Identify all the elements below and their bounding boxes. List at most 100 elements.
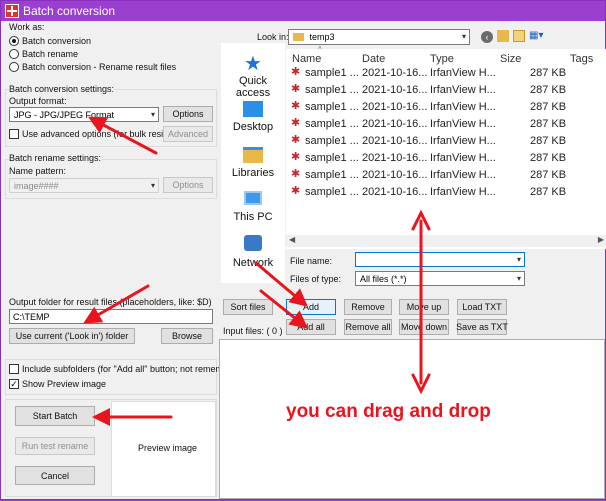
file-date: 2021-10-16... <box>362 67 428 79</box>
radio-batch-conversion[interactable] <box>9 36 19 46</box>
place-quick-access-label: Quick access <box>235 75 271 99</box>
file-type: IrfanView H... <box>430 118 496 130</box>
file-name: sample1 ... <box>305 169 359 181</box>
place-this-pc[interactable]: This PC <box>221 191 285 223</box>
irfanview-file-icon: ✱ <box>291 66 301 78</box>
file-date: 2021-10-16... <box>362 101 428 113</box>
place-quick-access[interactable]: ★ Quick access <box>221 53 285 99</box>
scroll-left-icon[interactable]: ◀ <box>289 235 295 244</box>
output-folder-input[interactable]: C:\TEMP <box>9 309 213 324</box>
include-subfolders-label: Include subfolders (for "Add all" button… <box>22 364 250 374</box>
network-icon <box>244 235 262 251</box>
advanced-button[interactable]: Advanced <box>163 126 213 142</box>
file-type: IrfanView H... <box>430 84 496 96</box>
sort-files-button[interactable]: Sort files <box>223 299 273 315</box>
include-subfolders-checkbox[interactable] <box>9 364 19 374</box>
batch-conversion-window: Batch conversion Work as: Batch conversi… <box>0 0 606 500</box>
start-batch-button[interactable]: Start Batch <box>15 406 95 426</box>
file-row[interactable]: ✱ sample1 ... 2021-10-16... IrfanView H... 2… <box>286 66 606 83</box>
column-name[interactable]: Name <box>292 53 321 65</box>
file-date: 2021-10-16... <box>362 169 428 181</box>
file-type: IrfanView H... <box>430 152 496 164</box>
radio-batch-rename[interactable] <box>9 49 19 59</box>
sort-ascending-icon: ^ <box>318 45 322 54</box>
file-name: sample1 ... <box>305 67 359 79</box>
irfanview-app-icon <box>5 4 19 18</box>
name-pattern-select[interactable]: image#### ▾ <box>9 178 159 193</box>
irfanview-file-icon: ✱ <box>291 134 301 146</box>
run-test-rename-button[interactable]: Run test rename <box>15 437 95 455</box>
file-date: 2021-10-16... <box>362 135 428 147</box>
file-row[interactable]: ✱ sample1 ... 2021-10-16... IrfanView H... 2… <box>286 134 606 151</box>
column-date[interactable]: Date <box>362 53 385 65</box>
file-date: 2021-10-16... <box>362 118 428 130</box>
rename-options-button[interactable]: Options <box>163 177 213 193</box>
move-up-button[interactable]: Move up <box>399 299 449 315</box>
file-row[interactable]: ✱ sample1 ... 2021-10-16... IrfanView H... 2… <box>286 168 606 185</box>
file-name-input[interactable]: ▾ <box>355 252 525 267</box>
column-tags[interactable]: Tags <box>570 53 593 65</box>
irfanview-file-icon: ✱ <box>291 168 301 180</box>
input-files-count: Input files: ( 0 ) <box>223 326 283 336</box>
file-row[interactable]: ✱ sample1 ... 2021-10-16... IrfanView H... 2… <box>286 185 606 202</box>
browse-button[interactable]: Browse <box>161 328 213 344</box>
file-row[interactable]: ✱ sample1 ... 2021-10-16... IrfanView H... 2… <box>286 83 606 100</box>
use-current-folder-button[interactable]: Use current ('Look in') folder <box>9 328 135 344</box>
view-menu-icon[interactable]: ▦▾ <box>529 30 547 42</box>
output-format-select[interactable]: JPG - JPG/JPEG Format ▾ <box>9 107 159 122</box>
file-name: sample1 ... <box>305 118 359 130</box>
files-of-type-label: Files of type: <box>290 274 342 284</box>
advanced-options-label: Use advanced options (for bulk resize...… <box>22 129 184 139</box>
remove-all-button[interactable]: Remove all <box>344 319 392 335</box>
move-down-button[interactable]: Move down <box>399 319 449 335</box>
add-all-button[interactable]: Add all <box>286 319 336 335</box>
look-in-select[interactable]: temp3 ▾ <box>288 29 470 45</box>
file-size: 287 KB <box>530 135 567 147</box>
computer-icon <box>244 191 262 205</box>
place-desktop-label: Desktop <box>232 121 274 133</box>
file-row[interactable]: ✱ sample1 ... 2021-10-16... IrfanView H... 2… <box>286 117 606 134</box>
place-libraries[interactable]: Libraries <box>221 147 285 179</box>
scroll-right-icon[interactable]: ▶ <box>598 235 604 244</box>
remove-button[interactable]: Remove <box>344 299 392 315</box>
work-as-heading: Work as: <box>9 22 45 32</box>
file-name-label: File name: <box>290 256 333 266</box>
place-desktop[interactable]: Desktop <box>221 101 285 133</box>
file-type: IrfanView H... <box>430 169 496 181</box>
save-as-txt-button[interactable]: Save as TXT <box>456 319 508 335</box>
place-libraries-label: Libraries <box>231 167 275 179</box>
output-format-value: JPG - JPG/JPEG Format <box>14 110 115 120</box>
cancel-button[interactable]: Cancel <box>15 466 95 485</box>
file-row[interactable]: ✱ sample1 ... 2021-10-16... IrfanView H... 2… <box>286 151 606 168</box>
file-list-scrollbar[interactable]: ◀ ▶ <box>286 235 606 247</box>
file-row[interactable]: ✱ sample1 ... 2021-10-16... IrfanView H... 2… <box>286 100 606 117</box>
column-size[interactable]: Size <box>500 53 521 65</box>
name-pattern-value: image#### <box>14 181 59 191</box>
drag-and-drop-annotation: you can drag and drop <box>286 401 491 422</box>
radio-batch-conversion-rename-label: Batch conversion - Rename result files <box>22 62 177 72</box>
irfanview-file-icon: ✱ <box>291 100 301 112</box>
chevron-down-icon: ▾ <box>516 255 521 264</box>
chevron-down-icon: ▾ <box>150 181 155 190</box>
file-size: 287 KB <box>530 152 567 164</box>
output-format-label: Output format: <box>9 96 67 106</box>
show-preview-checkbox[interactable]: ✓ <box>9 379 19 389</box>
irfanview-file-icon: ✱ <box>291 83 301 95</box>
place-network[interactable]: Network <box>221 235 285 269</box>
new-folder-icon[interactable] <box>513 30 525 42</box>
file-size: 287 KB <box>530 101 567 113</box>
back-icon[interactable]: ‹ <box>481 31 493 43</box>
folder-icon <box>293 33 304 41</box>
load-txt-button[interactable]: Load TXT <box>457 299 507 315</box>
up-folder-icon[interactable] <box>497 30 509 42</box>
files-of-type-select[interactable]: All files (*.*) ▾ <box>355 271 525 286</box>
irfanview-file-icon: ✱ <box>291 185 301 197</box>
advanced-options-checkbox[interactable] <box>9 129 19 139</box>
format-options-button[interactable]: Options <box>163 106 213 122</box>
column-type[interactable]: Type <box>430 53 454 65</box>
file-size: 287 KB <box>530 84 567 96</box>
file-name: sample1 ... <box>305 84 359 96</box>
chevron-down-icon: ▾ <box>516 274 521 283</box>
radio-batch-conversion-rename[interactable] <box>9 62 19 72</box>
add-button[interactable]: Add <box>286 299 336 315</box>
